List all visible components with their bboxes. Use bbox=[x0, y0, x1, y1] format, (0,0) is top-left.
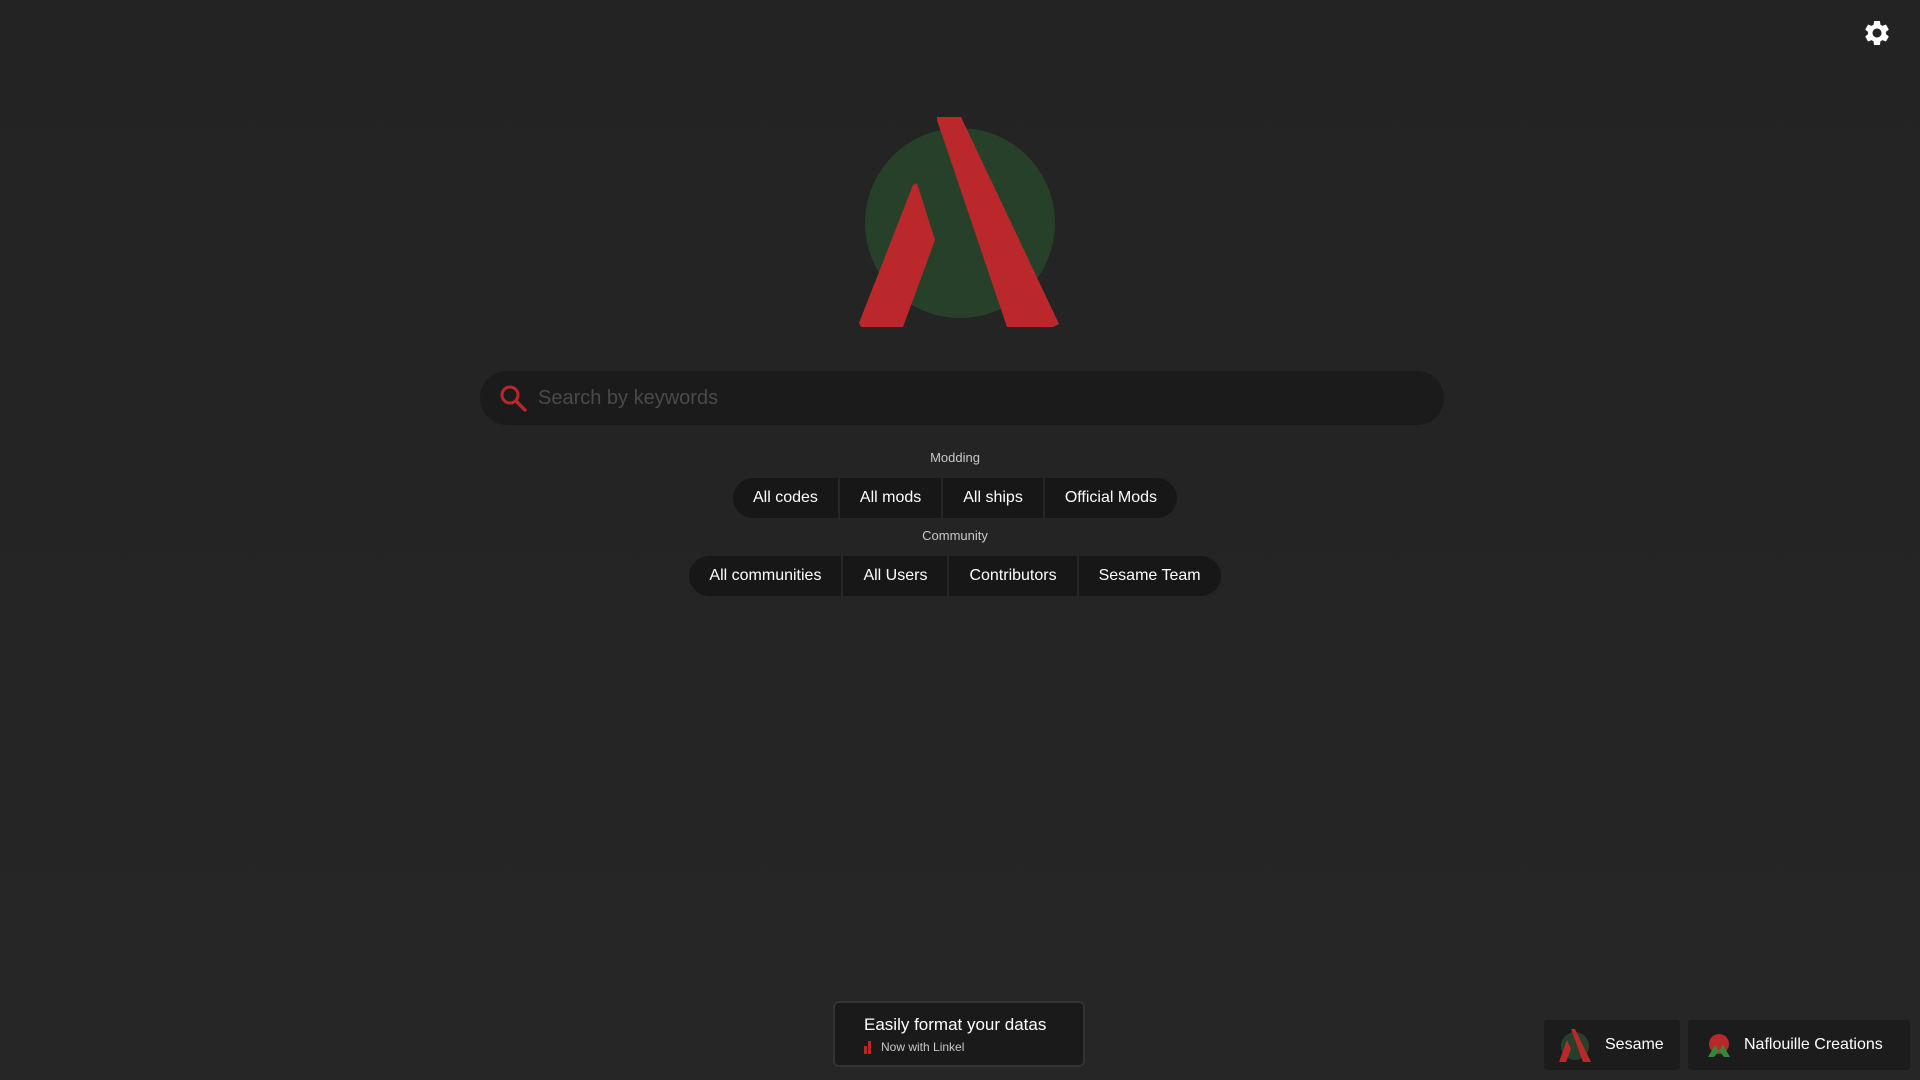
all-mods-button[interactable]: All mods bbox=[837, 478, 941, 518]
contributors-button[interactable]: Contributors bbox=[947, 556, 1076, 596]
promo-subtitle: Now with Linkel bbox=[881, 1040, 965, 1054]
linkel-logo-icon bbox=[864, 1040, 871, 1054]
sesame-team-button[interactable]: Sesame Team bbox=[1076, 556, 1221, 596]
search-input[interactable] bbox=[538, 371, 1420, 425]
promo-title: Easily format your datas bbox=[864, 1015, 1047, 1034]
promo-subtitle-row: Now with Linkel bbox=[864, 1040, 1083, 1054]
all-communities-button[interactable]: All communities bbox=[689, 556, 841, 596]
search-bar[interactable] bbox=[480, 371, 1444, 425]
community-button-group: All communities All Users Contributors S… bbox=[0, 556, 1910, 596]
sesame-link[interactable]: Sesame bbox=[1544, 1020, 1680, 1070]
gear-icon bbox=[1865, 21, 1889, 45]
official-mods-button[interactable]: Official Mods bbox=[1042, 478, 1177, 518]
page: Modding All codes All mods All ships Off… bbox=[0, 0, 1920, 1080]
modding-button-group: All codes All mods All ships Official Mo… bbox=[0, 478, 1910, 518]
naflouille-label: Naflouille Creations bbox=[1744, 1036, 1883, 1053]
linkel-promo-card[interactable]: Easily format your datas Now with Linkel bbox=[833, 1001, 1085, 1067]
modding-label: Modding bbox=[930, 450, 980, 465]
all-users-button[interactable]: All Users bbox=[841, 556, 947, 596]
all-ships-button[interactable]: All ships bbox=[941, 478, 1043, 518]
sesame-logo bbox=[859, 117, 1059, 327]
search-icon bbox=[500, 385, 527, 412]
sesame-logo-icon bbox=[1559, 1029, 1591, 1062]
sesame-label: Sesame bbox=[1605, 1036, 1664, 1053]
naflouille-logo-icon bbox=[1708, 1034, 1730, 1057]
settings-button[interactable] bbox=[1862, 18, 1892, 48]
naflouille-creations-link[interactable]: Naflouille Creations bbox=[1688, 1020, 1910, 1070]
community-label: Community bbox=[922, 528, 988, 543]
all-codes-button[interactable]: All codes bbox=[733, 478, 838, 518]
